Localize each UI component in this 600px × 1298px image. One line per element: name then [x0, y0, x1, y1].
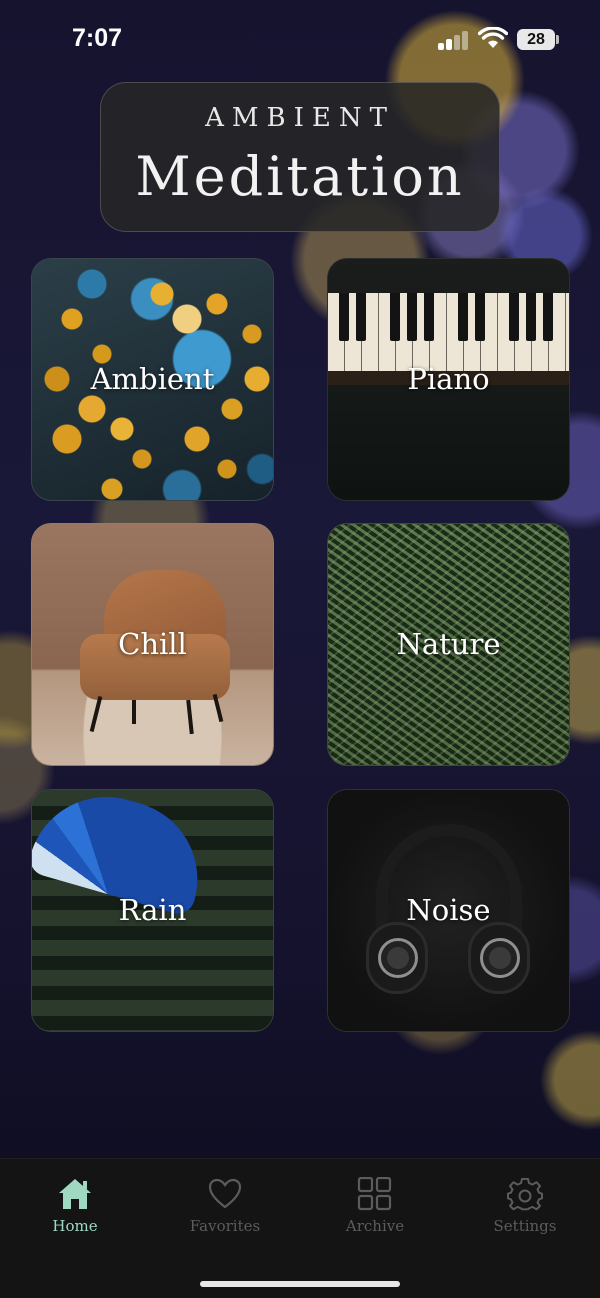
app-subtitle: AMBIENT: [205, 103, 395, 133]
category-tile-rain[interactable]: Rain: [31, 789, 274, 1032]
home-icon: [59, 1179, 91, 1209]
wifi-icon: [478, 27, 508, 48]
tab-archive[interactable]: Archive: [315, 1177, 435, 1247]
category-tile-noise[interactable]: Noise: [327, 789, 570, 1032]
category-label: Ambient: [90, 362, 215, 396]
tab-label: Archive: [345, 1217, 405, 1235]
tab-label: Favorites: [189, 1217, 261, 1235]
category-label: Nature: [396, 627, 501, 661]
cellular-signal-icon: [438, 30, 470, 50]
category-label: Chill: [118, 627, 187, 661]
status-time: 7:07: [72, 24, 123, 52]
tab-favorites[interactable]: Favorites: [165, 1177, 285, 1247]
category-label: Piano: [407, 362, 490, 396]
tab-label: Home: [52, 1217, 98, 1235]
category-tile-ambient[interactable]: Ambient: [31, 258, 274, 501]
battery-tip: [556, 35, 559, 44]
gear-icon: [507, 1177, 543, 1211]
tab-settings[interactable]: Settings: [465, 1177, 585, 1247]
app-title-card: AMBIENT Meditation: [100, 82, 500, 232]
tab-home[interactable]: Home: [15, 1177, 135, 1247]
tab-bar: Home Favorites Archive Settings: [0, 1158, 600, 1298]
category-tile-nature[interactable]: Nature: [327, 523, 570, 766]
home-indicator: [200, 1281, 400, 1287]
app-title: Meditation: [135, 145, 465, 208]
battery-indicator: 28: [517, 29, 555, 50]
grid-icon: [357, 1177, 392, 1211]
status-bar: 7:07 28: [0, 0, 600, 80]
category-label: Rain: [118, 893, 187, 927]
tab-label: Settings: [493, 1217, 557, 1235]
category-tile-chill[interactable]: Chill: [31, 523, 274, 766]
category-label: Noise: [406, 893, 491, 927]
category-tile-piano[interactable]: Piano: [327, 258, 570, 501]
heart-icon: [208, 1178, 242, 1209]
